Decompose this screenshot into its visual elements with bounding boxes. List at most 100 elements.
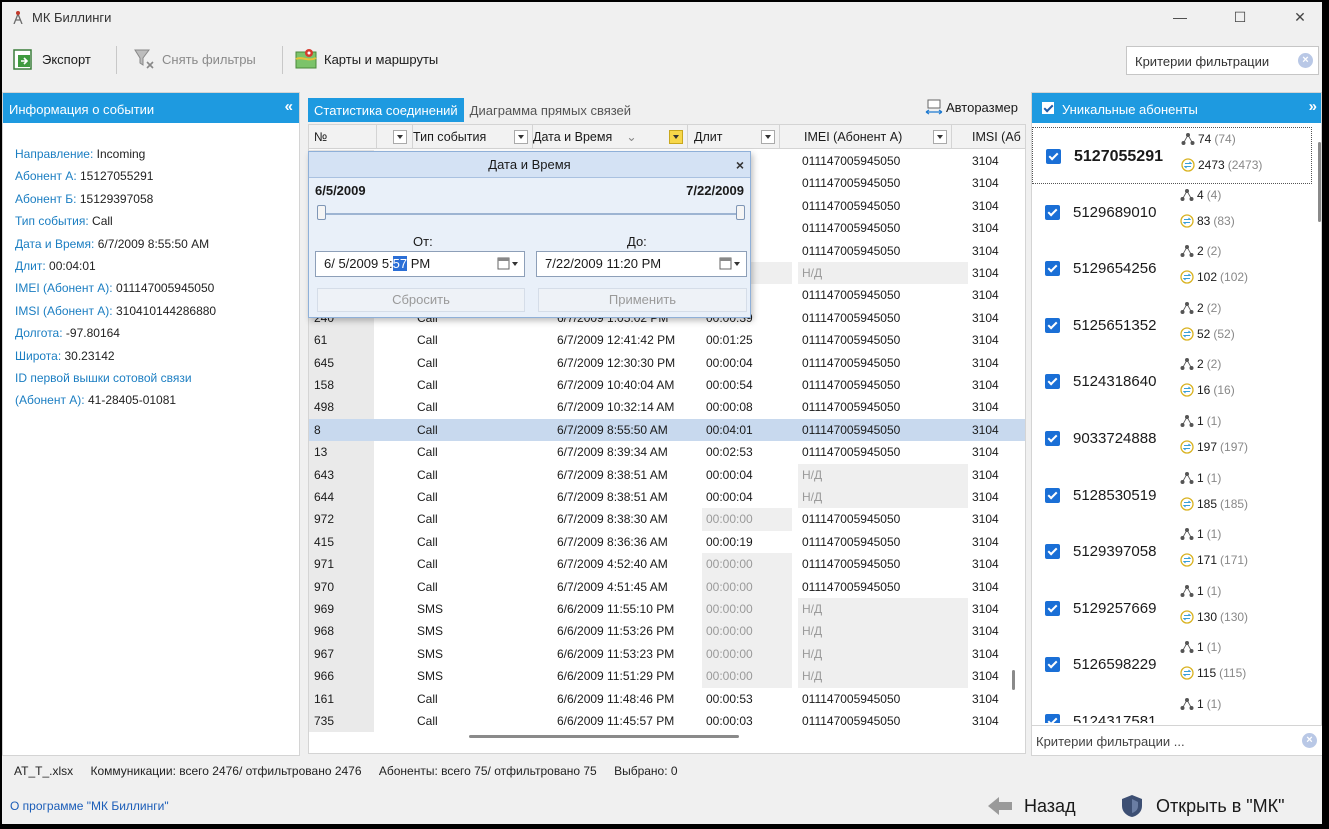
apply-button[interactable]: Применить [538, 288, 747, 312]
subscriber-item[interactable]: 5124317581 1 (1) [1032, 693, 1312, 723]
from-datetime-picker[interactable]: 6/ 5/2009 5:57 PM [315, 251, 525, 277]
table-row[interactable]: 498 Call 6/7/2009 10:32:14 AM 00:00:08 01114… [309, 396, 1025, 419]
column-filter-number[interactable] [377, 125, 413, 149]
table-cell: 011147005945050 [802, 512, 901, 527]
back-button[interactable]: Назад [986, 792, 1076, 820]
subscriber-item[interactable]: 5125651352 2 (2) 52 (52) [1032, 297, 1312, 354]
subscriber-item[interactable]: 5127055291 74 (74) 2473 (2473) [1032, 127, 1312, 184]
status-communications: Коммуникации: всего 2476/ отфильтровано … [90, 764, 362, 778]
table-cell: 972 [309, 508, 374, 531]
subscriber-checkbox[interactable] [1045, 487, 1060, 503]
subscriber-checkbox[interactable] [1045, 374, 1060, 390]
network-icon [1180, 584, 1194, 597]
table-row[interactable]: 415 Call 6/7/2009 8:36:36 AM 00:00:19 011147… [309, 530, 1025, 554]
table-row[interactable]: 970 Call 6/7/2009 4:51:45 AM 00:00:00 011147… [309, 575, 1025, 598]
column-header-datetime[interactable]: Дата и Время ⌄ [533, 125, 688, 149]
subscriber-checkbox[interactable] [1045, 261, 1060, 277]
table-cell: 3104 [972, 243, 999, 258]
subscriber-checkbox[interactable] [1045, 600, 1060, 616]
subscriber-item[interactable]: 9033724888 1 (1) 197 (197) [1032, 410, 1312, 467]
subscriber-checkbox[interactable] [1045, 544, 1060, 560]
subscriber-list-scrollbar[interactable] [1318, 142, 1321, 222]
export-button[interactable]: Экспорт [12, 46, 91, 72]
table-row[interactable]: 966 SMS 6/6/2009 11:51:29 PM 00:00:00 Н/Д 310… [309, 665, 1025, 688]
subscriber-checkbox[interactable] [1046, 149, 1061, 164]
table-row[interactable]: 735 Call 6/6/2009 11:45:57 PM 00:00:03 01114… [309, 710, 1025, 733]
subscriber-item[interactable]: 5126598229 1 (1) 115 (115) [1032, 636, 1312, 693]
vertical-scrollbar[interactable] [1012, 670, 1015, 690]
about-link[interactable]: О программе "МК Биллинги" [10, 799, 169, 813]
column-header-number[interactable]: № [309, 125, 377, 149]
clear-filter-icon[interactable]: × [1302, 733, 1317, 748]
subscriber-links: 1 (1) [1180, 527, 1221, 541]
subscriber-item[interactable]: 5129397058 1 (1) 171 (171) [1032, 523, 1312, 580]
clear-filter-icon[interactable]: × [1298, 53, 1313, 68]
table-row[interactable]: 8 Call 6/7/2009 8:55:50 AM 00:04:01 01114700… [309, 418, 1025, 442]
table-row[interactable]: 61 Call 6/7/2009 12:41:42 PM 00:01:25 011147… [309, 329, 1025, 352]
subscriber-checkbox[interactable] [1045, 657, 1060, 673]
table-row[interactable]: 644 Call 6/7/2009 8:38:51 AM 00:00:04 Н/Д 310… [309, 486, 1025, 509]
range-end-handle[interactable] [736, 205, 745, 220]
maximize-button[interactable]: ☐ [1220, 6, 1260, 28]
subscriber-item[interactable]: 5129654256 2 (2) 102 (102) [1032, 240, 1312, 297]
expand-right-icon[interactable]: » [1309, 98, 1317, 115]
reset-button[interactable]: Сбросить [317, 288, 525, 312]
subscriber-item[interactable]: 5128530519 1 (1) 185 (185) [1032, 467, 1312, 524]
subscriber-item[interactable]: 5129689010 4 (4) 83 (83) [1032, 184, 1312, 241]
select-all-checkbox[interactable] [1042, 102, 1054, 114]
column-filter-dropdown-icon[interactable] [933, 130, 947, 144]
subscriber-links: 4 (4) [1180, 188, 1221, 202]
table-cell: Н/Д [798, 486, 968, 509]
table-row[interactable]: 971 Call 6/7/2009 4:52:40 AM 00:00:00 011147… [309, 553, 1025, 576]
open-in-mk-button[interactable]: Открыть в "МК" [1118, 792, 1285, 820]
subscriber-item[interactable]: 5124318640 2 (2) 16 (16) [1032, 353, 1312, 410]
subscriber-filter-input[interactable]: Критерии фильтрации ... × [1032, 725, 1322, 755]
table-row[interactable]: 645 Call 6/7/2009 12:30:30 PM 00:00:04 01114… [309, 351, 1025, 374]
table-row[interactable]: 161 Call 6/6/2009 11:48:46 PM 00:00:53 01114… [309, 687, 1025, 710]
subscriber-links: 2 (2) [1180, 357, 1221, 371]
subscriber-checkbox[interactable] [1045, 431, 1060, 446]
clear-filters-button[interactable]: Снять фильтры [132, 46, 256, 72]
table-row[interactable]: 13 Call 6/7/2009 8:39:34 AM 00:02:53 0111470… [309, 441, 1025, 464]
tab-direct-links-diagram[interactable]: Диаграмма прямых связей [464, 98, 637, 122]
table-row[interactable]: 158 Call 6/7/2009 10:40:04 AM 00:00:54 01114… [309, 374, 1025, 397]
minimize-button[interactable]: — [1160, 6, 1200, 28]
filter-criteria-input[interactable]: Критерии фильтрации × [1126, 46, 1319, 75]
exchange-icon [1180, 440, 1194, 454]
maps-routes-button[interactable]: Карты и маршруты [294, 46, 438, 72]
event-info-row: IMSI (Абонент А): 310410144286880 [15, 303, 217, 318]
table-header: № Тип события Дата и Время ⌄ Длит IMEI (А… [309, 125, 1025, 149]
subscriber-phone: 5124318640 [1073, 373, 1157, 391]
subscriber-communications: 185 (185) [1180, 497, 1248, 511]
column-filter-active-icon[interactable] [669, 130, 683, 144]
table-row[interactable]: 969 SMS 6/6/2009 11:55:10 PM 00:00:00 Н/Д 310… [309, 598, 1025, 621]
table-row[interactable]: 968 SMS 6/6/2009 11:53:26 PM 00:00:00 Н/Д 310… [309, 620, 1025, 643]
column-header-duration[interactable]: Длит [688, 125, 780, 149]
calendar-dropdown-icon[interactable] [719, 257, 741, 271]
calendar-dropdown-icon[interactable] [497, 257, 519, 271]
horizontal-scrollbar[interactable] [469, 735, 739, 738]
column-header-event-type[interactable]: Тип события [413, 125, 533, 149]
to-datetime-picker[interactable]: 7/22/2009 11:20 PM [536, 251, 747, 277]
column-filter-dropdown-icon[interactable] [761, 130, 775, 144]
close-icon[interactable]: × [736, 152, 744, 178]
range-start-handle[interactable] [317, 205, 326, 220]
status-subscribers: Абоненты: всего 75/ отфильтровано 75 [378, 764, 597, 778]
column-header-imsi[interactable]: IMSI (Аб [952, 125, 1025, 149]
table-row[interactable]: 643 Call 6/7/2009 8:38:51 AM 00:00:04 Н/Д 310… [309, 463, 1025, 486]
subscriber-checkbox[interactable] [1045, 204, 1060, 220]
table-row[interactable]: 967 SMS 6/6/2009 11:53:23 PM 00:00:00 Н/Д 310… [309, 642, 1025, 666]
table-row[interactable]: 972 Call 6/7/2009 8:38:30 AM 00:00:00 011147… [309, 508, 1025, 531]
column-filter-dropdown-icon[interactable] [393, 129, 407, 144]
collapse-left-icon[interactable]: « [285, 98, 293, 115]
table-cell: Call [417, 467, 438, 482]
column-filter-dropdown-icon[interactable] [514, 130, 528, 144]
subscriber-checkbox[interactable] [1045, 714, 1060, 723]
subscriber-checkbox[interactable] [1045, 317, 1060, 333]
column-header-imei[interactable]: IMEI (Абонент А) [780, 125, 952, 149]
autosize-button[interactable]: Авторазмер [925, 99, 1018, 115]
close-button[interactable]: ✕ [1280, 6, 1320, 28]
date-range-track[interactable] [317, 213, 745, 215]
subscriber-item[interactable]: 5129257669 1 (1) 130 (130) [1032, 580, 1312, 637]
tab-connection-stats[interactable]: Статистика соединений [308, 98, 464, 122]
